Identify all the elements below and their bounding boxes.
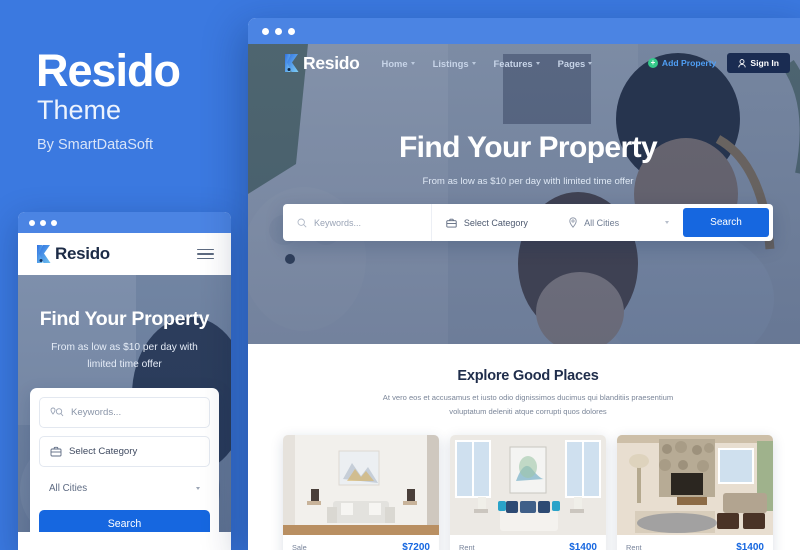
- screenshot-stage: Resido Theme By SmartDataSoft Resido Fin…: [0, 0, 800, 550]
- chevron-down-icon: [410, 61, 415, 65]
- mobile-browser-mockup: Resido Find Your Property From as low as…: [18, 212, 231, 550]
- desktop-hero-heading: Find Your Property: [398, 131, 658, 164]
- mobile-search-form: Keywords... Select Category All Cities S…: [30, 387, 219, 532]
- explore-description: At vero eos et accusamus et iusto odio d…: [382, 393, 674, 417]
- desktop-navbar: Resido Home Listings Features Pages + Ad…: [248, 44, 800, 82]
- property-thumbnail: [283, 435, 439, 536]
- property-card[interactable]: Rent $1400: [617, 435, 773, 550]
- mobile-search-button[interactable]: Search: [39, 509, 210, 532]
- nav-item-pages[interactable]: Pages: [558, 58, 593, 69]
- brand-author: By SmartDataSoft: [37, 137, 154, 153]
- user-icon: [738, 58, 746, 67]
- mobile-category-label: Select Category: [69, 445, 138, 457]
- window-dot-minimize[interactable]: [40, 219, 46, 226]
- desktop-category-label: Select Category: [463, 217, 528, 228]
- chevron-down-icon: [471, 61, 476, 65]
- mobile-logo-text: Resido: [55, 244, 110, 263]
- desktop-keywords-input[interactable]: Keywords...: [283, 204, 432, 241]
- desktop-search-button[interactable]: Search: [683, 208, 769, 237]
- desktop-city-select[interactable]: All Cities: [555, 204, 683, 241]
- property-card-meta: Sale $7200: [283, 535, 439, 550]
- mobile-category-select[interactable]: Select Category: [39, 435, 210, 467]
- mobile-city-select[interactable]: All Cities: [39, 475, 210, 502]
- mobile-navbar: Resido: [18, 233, 231, 275]
- property-price: $1400: [736, 542, 764, 550]
- desktop-nav-actions: + Add Property Sign In: [647, 53, 790, 73]
- desktop-logo-text: Resido: [303, 52, 360, 73]
- explore-section: Explore Good Places At vero eos et accus…: [248, 344, 800, 550]
- window-dot-close[interactable]: [262, 27, 269, 35]
- property-price: $7200: [402, 542, 430, 550]
- search-icon: [297, 218, 307, 228]
- nav-item-home-label: Home: [381, 57, 408, 69]
- property-price: $1400: [569, 542, 597, 550]
- resido-logo-icon: [285, 54, 299, 72]
- map-pin-icon: [569, 217, 577, 228]
- window-dot-close[interactable]: [29, 219, 35, 226]
- property-card[interactable]: Sale $7200: [283, 435, 439, 550]
- property-tag: Sale: [292, 543, 307, 550]
- desktop-browser-mockup: Resido Home Listings Features Pages + Ad…: [248, 18, 800, 550]
- page-title: Resido: [36, 45, 181, 96]
- window-dot-maximize[interactable]: [51, 219, 57, 226]
- property-tag: Rent: [459, 543, 475, 550]
- nav-item-pages-label: Pages: [557, 57, 586, 69]
- nav-item-listings[interactable]: Listings: [433, 58, 476, 69]
- sign-in-label: Sign In: [750, 58, 779, 68]
- chevron-down-icon: [665, 221, 669, 224]
- briefcase-icon: [50, 446, 62, 457]
- chevron-down-icon: [588, 61, 593, 65]
- desktop-hero-subheading: From as low as $10 per day with limited …: [422, 176, 634, 187]
- add-property-button[interactable]: + Add Property: [647, 58, 717, 68]
- property-card-meta: Rent $1400: [450, 535, 606, 550]
- living-room-photo: [283, 435, 439, 536]
- briefcase-icon: [446, 218, 457, 228]
- nav-item-features[interactable]: Features: [494, 58, 540, 69]
- mobile-title-bar: [18, 212, 231, 233]
- chevron-down-icon: [196, 486, 200, 490]
- mobile-hero-heading: Find Your Property: [39, 308, 210, 330]
- window-dot-maximize[interactable]: [288, 27, 295, 35]
- property-card-meta: Rent $1400: [617, 535, 773, 550]
- explore-heading: Explore Good Places: [457, 368, 599, 384]
- desktop-search-bar: Keywords... Select Category All Cities S…: [283, 204, 773, 241]
- resido-logo-icon: [37, 245, 51, 263]
- mobile-keywords-input[interactable]: Keywords...: [39, 396, 210, 428]
- desktop-hero: Resido Home Listings Features Pages + Ad…: [248, 44, 800, 344]
- desktop-city-label: All Cities: [584, 217, 620, 228]
- mobile-city-label: All Cities: [49, 482, 88, 494]
- property-thumbnail: [450, 435, 606, 536]
- plus-circle-icon: +: [647, 58, 658, 68]
- mobile-logo[interactable]: Resido: [35, 244, 110, 264]
- window-dot-minimize[interactable]: [275, 27, 282, 35]
- location-search-icon: [50, 407, 64, 416]
- property-tag: Rent: [626, 543, 642, 550]
- mobile-hero: Find Your Property From as low as $10 pe…: [18, 275, 231, 532]
- nav-item-features-label: Features: [493, 57, 533, 69]
- desktop-logo[interactable]: Resido: [283, 53, 360, 74]
- add-property-label: Add Property: [661, 58, 717, 68]
- desktop-hero-content: Find Your Property From as low as $10 pe…: [248, 82, 800, 241]
- property-thumbnail: [617, 435, 773, 536]
- mobile-hero-subheading: From as low as $10 per day with limited …: [51, 342, 198, 370]
- living-room-photo: [450, 435, 606, 536]
- desktop-keywords-placeholder: Keywords...: [314, 217, 362, 228]
- nav-item-listings-label: Listings: [432, 57, 469, 69]
- mobile-keywords-placeholder: Keywords...: [71, 406, 122, 418]
- chevron-down-icon: [535, 61, 540, 65]
- nav-item-home[interactable]: Home: [382, 58, 415, 69]
- brand-subtitle: Theme: [37, 95, 122, 125]
- fireplace-room-photo: [617, 435, 773, 536]
- property-card[interactable]: Rent $1400: [450, 435, 606, 550]
- desktop-nav-menu: Home Listings Features Pages: [382, 58, 593, 69]
- hamburger-icon[interactable]: [197, 248, 214, 260]
- desktop-category-select[interactable]: Select Category: [432, 204, 555, 241]
- sign-in-button[interactable]: Sign In: [727, 53, 790, 73]
- desktop-title-bar: [248, 18, 800, 44]
- property-card-list: Sale $7200 Rent $1400 Rent $1400: [248, 419, 800, 550]
